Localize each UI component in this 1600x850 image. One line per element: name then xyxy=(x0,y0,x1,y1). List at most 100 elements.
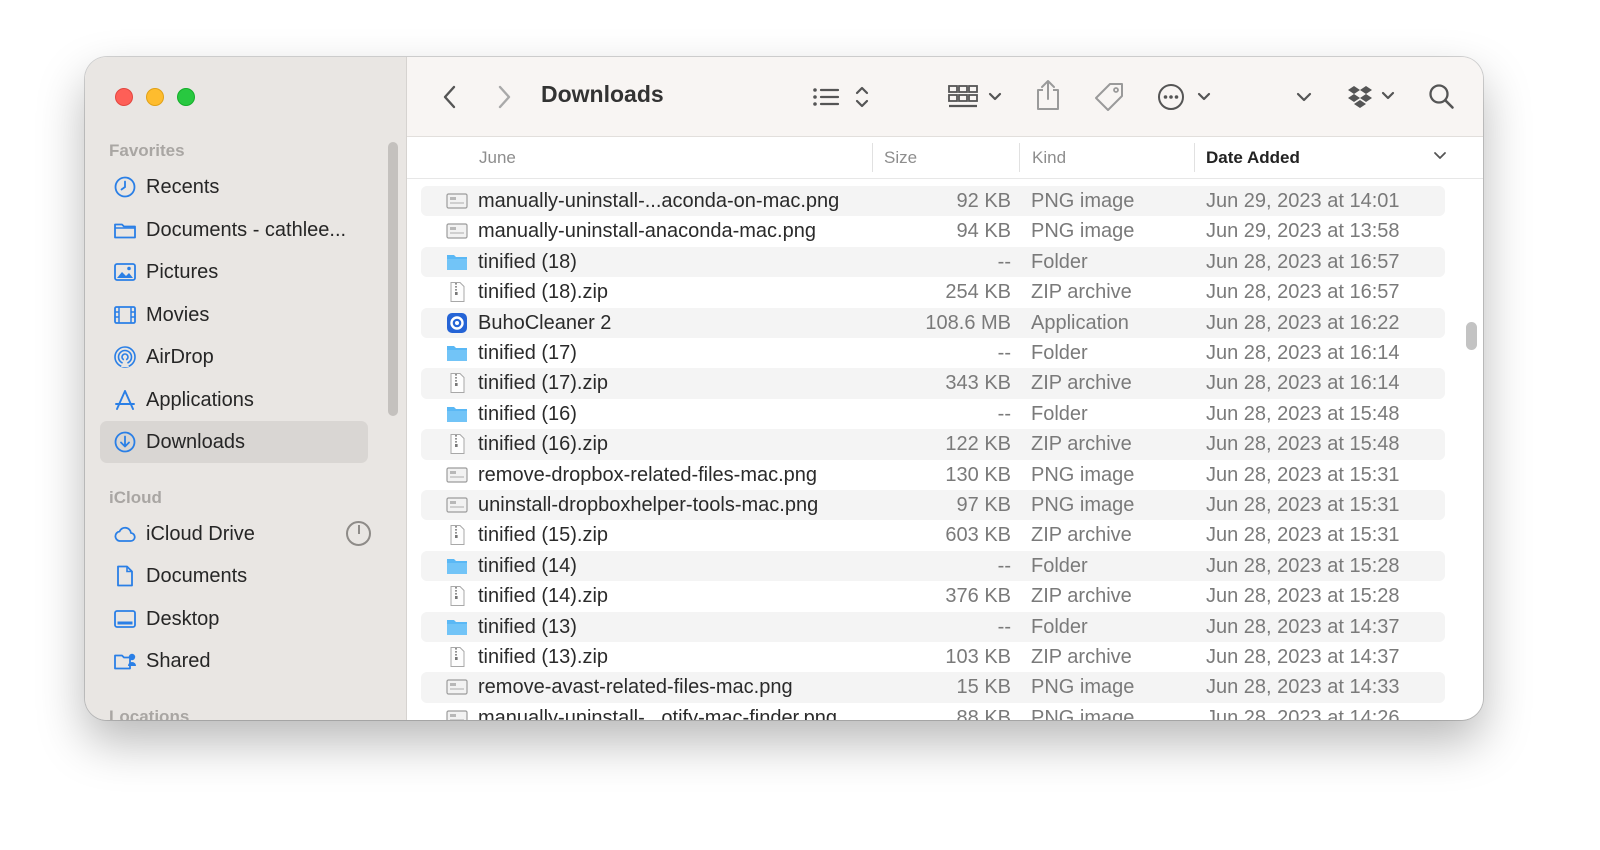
image-file-icon xyxy=(446,466,468,483)
list-view-icon[interactable] xyxy=(812,85,870,111)
window-controls xyxy=(115,88,195,106)
sidebar-item-downloads[interactable]: Downloads xyxy=(100,421,368,463)
file-row[interactable]: manually-uninstall-...otify-mac-finder.p… xyxy=(421,703,1445,720)
icloud-section-title: iCloud xyxy=(109,488,162,507)
dropdown-icon[interactable] xyxy=(1296,91,1312,103)
sidebar-item-pictures[interactable]: Pictures xyxy=(100,251,368,293)
locations-section-title: Locations xyxy=(109,707,190,720)
sidebar-item-airdrop[interactable]: AirDrop xyxy=(100,336,368,378)
file-date-added: Jun 28, 2023 at 15:48 xyxy=(1206,433,1400,456)
file-date-added: Jun 28, 2023 at 15:48 xyxy=(1206,402,1400,425)
folder-icon xyxy=(114,223,136,239)
sidebar-item-desktop[interactable]: Desktop xyxy=(100,598,368,640)
file-row[interactable]: tinified (14).zip 376 KB ZIP archive Jun 28… xyxy=(421,581,1445,611)
sidebar-item-label: Pictures xyxy=(146,260,219,283)
zip-archive-icon xyxy=(450,282,465,303)
more-icon[interactable] xyxy=(1157,82,1215,112)
sidebar-item-label: Recents xyxy=(146,175,220,198)
column-header-date-added[interactable]: Date Added xyxy=(1206,148,1300,168)
file-name: tinified (15).zip xyxy=(478,524,609,547)
file-date-added: Jun 28, 2023 at 16:57 xyxy=(1206,281,1400,304)
file-list-scrollbar[interactable] xyxy=(1466,322,1477,350)
file-name: tinified (13) xyxy=(478,615,577,638)
file-name: tinified (16).zip xyxy=(478,433,609,456)
zoom-window-button[interactable] xyxy=(177,88,195,106)
file-kind: ZIP archive xyxy=(1031,646,1132,668)
file-row[interactable]: uninstall-dropboxhelper-tools-mac.png 97 … xyxy=(421,490,1445,521)
clock-icon xyxy=(114,176,136,198)
search-icon[interactable] xyxy=(1428,83,1456,111)
file-row[interactable]: remove-avast-related-files-mac.png 15 KB P… xyxy=(421,672,1445,703)
file-row[interactable]: tinified (13) -- Folder Jun 28, 2023 at 14:… xyxy=(421,611,1445,642)
file-kind: PNG image xyxy=(1031,463,1135,486)
file-date-added: Jun 28, 2023 at 14:37 xyxy=(1206,646,1400,668)
file-row[interactable]: tinified (13).zip 103 KB ZIP archive Jun 28… xyxy=(421,642,1445,672)
file-kind: PNG image xyxy=(1031,494,1135,516)
file-kind: PNG image xyxy=(1031,190,1135,212)
file-row[interactable]: remove-dropbox-related-files-mac.png 130 … xyxy=(421,460,1445,490)
zip-archive-icon xyxy=(450,525,465,546)
file-row[interactable]: tinified (16).zip 122 KB ZIP archive Jun 28… xyxy=(421,429,1445,460)
sidebar-scrollbar[interactable] xyxy=(388,142,398,416)
applications-icon xyxy=(115,390,135,410)
forward-icon[interactable] xyxy=(495,84,513,110)
tag-icon[interactable] xyxy=(1093,81,1125,113)
file-kind: Application xyxy=(1031,311,1129,334)
file-row[interactable]: tinified (17).zip 343 KB ZIP archive Jun 28… xyxy=(421,368,1445,399)
file-row[interactable]: tinified (14) -- Folder Jun 28, 2023 at 15:… xyxy=(421,550,1445,582)
file-row[interactable]: manually-uninstall-...aconda-on-mac.png 9… xyxy=(421,186,1445,217)
sidebar-item-movies[interactable]: Movies xyxy=(100,294,368,336)
file-name: tinified (17).zip xyxy=(478,372,609,395)
back-icon[interactable] xyxy=(441,84,459,110)
column-header-kind[interactable]: Kind xyxy=(1032,148,1066,168)
file-name: remove-avast-related-files-mac.png xyxy=(478,676,793,699)
sort-direction-chevron-icon[interactable] xyxy=(1433,151,1447,161)
group-icon[interactable] xyxy=(948,85,1002,111)
document-icon xyxy=(117,565,133,587)
file-name: tinified (14) xyxy=(478,554,577,577)
close-window-button[interactable] xyxy=(115,88,133,106)
column-divider[interactable] xyxy=(1019,143,1020,172)
file-date-added: Jun 28, 2023 at 16:57 xyxy=(1206,250,1400,273)
column-divider[interactable] xyxy=(872,143,873,172)
file-size: 254 KB xyxy=(945,281,1011,304)
file-row[interactable]: tinified (17) -- Folder Jun 28, 2023 at 16:… xyxy=(421,338,1445,368)
file-date-added: Jun 28, 2023 at 14:37 xyxy=(1206,615,1400,638)
file-kind: Folder xyxy=(1031,615,1088,638)
sidebar-item-shared[interactable]: Shared xyxy=(100,640,368,682)
download-icon xyxy=(114,431,136,453)
file-kind: ZIP archive xyxy=(1031,524,1132,547)
sidebar: Favorites Recents Documents - cathlee...… xyxy=(85,57,407,720)
file-kind: ZIP archive xyxy=(1031,372,1132,395)
column-divider[interactable] xyxy=(1194,143,1195,172)
dropbox-icon[interactable] xyxy=(1347,84,1399,110)
file-row[interactable]: manually-uninstall-anaconda-mac.png 94 KB… xyxy=(421,216,1445,246)
toolbar: Downloads xyxy=(407,57,1483,137)
zip-archive-icon xyxy=(450,586,465,607)
sidebar-item-label: Downloads xyxy=(146,430,245,453)
sidebar-item-applications[interactable]: Applications xyxy=(100,379,368,421)
file-size: 108.6 MB xyxy=(925,311,1011,334)
sidebar-item-icloud-documents[interactable]: Documents xyxy=(100,555,368,597)
sidebar-item-documents-cathlee[interactable]: Documents - cathlee... xyxy=(100,209,368,251)
file-row[interactable]: tinified (16) -- Folder Jun 28, 2023 at 15:… xyxy=(421,399,1445,429)
icloud-sync-status-icon xyxy=(346,521,371,546)
photo-icon xyxy=(114,263,136,281)
column-header-size[interactable]: Size xyxy=(884,148,917,168)
file-kind: PNG image xyxy=(1031,220,1135,243)
sidebar-item-icloud-drive[interactable]: iCloud Drive xyxy=(100,513,371,555)
minimize-window-button[interactable] xyxy=(146,88,164,106)
sidebar-item-label: AirDrop xyxy=(146,345,214,368)
share-icon[interactable] xyxy=(1035,79,1061,111)
file-name: tinified (18) xyxy=(478,250,577,273)
file-row[interactable]: tinified (18).zip 254 KB ZIP archive Jun 28… xyxy=(421,277,1445,307)
column-header-name[interactable]: June xyxy=(479,148,516,168)
file-row[interactable]: BuhoCleaner 2 108.6 MB Application Jun 28, … xyxy=(421,307,1445,338)
image-file-icon xyxy=(446,193,468,209)
file-row[interactable]: tinified (18) -- Folder Jun 28, 2023 at 16:… xyxy=(421,246,1445,278)
file-name: tinified (17) xyxy=(478,342,577,364)
file-date-added: Jun 28, 2023 at 16:22 xyxy=(1206,311,1400,334)
sidebar-item-recents[interactable]: Recents xyxy=(100,166,368,208)
file-size: 94 KB xyxy=(956,220,1011,243)
file-row[interactable]: tinified (15).zip 603 KB ZIP archive Jun 28… xyxy=(421,520,1445,550)
